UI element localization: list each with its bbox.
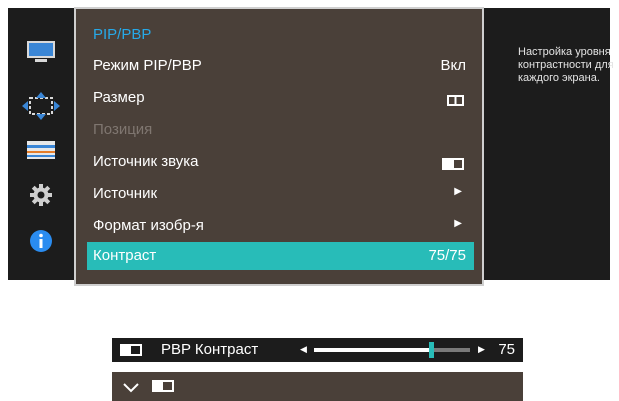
pbp-contrast-label: PBP Контраст	[161, 341, 259, 358]
help-description: Настройка уровня контрастности для каждо…	[518, 46, 614, 84]
pbp-left-screen-icon	[120, 344, 142, 356]
menu-item-value: Вкл	[440, 57, 467, 74]
menu-item-pip-pbp-mode[interactable]: Режим PIP/PBP Вкл	[87, 52, 474, 80]
menu-title: PIP/PBP	[93, 26, 152, 43]
info-icon[interactable]	[22, 227, 60, 255]
menu-item-label: Источник звука	[93, 153, 199, 170]
sound-source-screen-icon	[442, 157, 464, 174]
menu-item-label: Размер	[93, 89, 145, 106]
menu-item-label: Позиция	[93, 121, 153, 138]
menu-item-label: Источник	[93, 185, 158, 202]
menu-item-value: 75/75	[428, 247, 466, 264]
slider-thumb[interactable]	[429, 342, 434, 358]
menu-item-sound-source[interactable]: Источник звука	[87, 148, 474, 176]
pbp-sub-bar	[112, 372, 523, 401]
adjust-lines-icon[interactable]	[22, 136, 60, 164]
pbp-contrast-slider-bar: PBP Контраст ◀ ▶ 75	[112, 338, 523, 362]
slider-track[interactable]	[314, 342, 470, 358]
chevron-down-icon[interactable]	[123, 380, 139, 398]
chevron-right-icon: ▶	[454, 186, 462, 197]
pip-pbp-menu: PIP/PBP Режим PIP/PBP Вкл Размер Позиция…	[74, 7, 484, 286]
menu-item-contrast[interactable]: Контраст 75/75	[87, 242, 474, 270]
chevron-right-icon: ▶	[454, 218, 462, 229]
monitor-icon[interactable]	[22, 38, 60, 66]
menu-item-label: Формат изобр-я	[93, 217, 204, 234]
slider-right-arrow-icon[interactable]: ▶	[478, 344, 485, 355]
pbp-contrast-value: 75	[498, 341, 515, 358]
osd-icon-sidebar	[8, 8, 74, 280]
move-arrows-icon[interactable]	[22, 92, 60, 120]
slider-left-arrow-icon[interactable]: ◀	[300, 344, 307, 355]
gear-icon[interactable]	[22, 181, 60, 209]
split-screen-icon	[447, 93, 464, 110]
menu-item-picture-mode[interactable]: Формат изобр-я ▶	[87, 212, 474, 240]
menu-item-source[interactable]: Источник ▶	[87, 180, 474, 208]
slider-fill	[314, 348, 431, 352]
menu-item-size[interactable]: Размер	[87, 84, 474, 112]
menu-item-position: Позиция	[87, 116, 474, 144]
menu-item-label: Режим PIP/PBP	[93, 57, 202, 74]
pbp-screen-icon	[152, 380, 174, 392]
menu-item-label: Контраст	[93, 247, 157, 264]
